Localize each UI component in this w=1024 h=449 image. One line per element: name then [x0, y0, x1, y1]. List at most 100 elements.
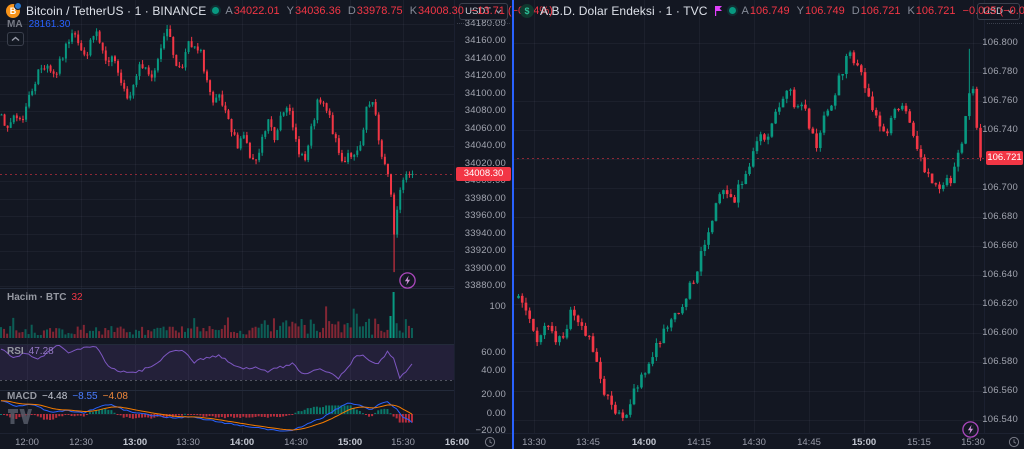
indicator-tick: 60.00 [481, 347, 506, 358]
price-tick: 106.780 [982, 66, 1018, 77]
chart-panel-dxy: $ A.B.D. Dolar Endeksi · 1 · TVC A106.74… [512, 0, 1024, 449]
price-tick: 34080.00 [465, 105, 506, 116]
btc-chart-canvas[interactable] [0, 0, 455, 433]
volume-label: Hacim · BTC [7, 292, 66, 303]
price-tick: 106.620 [982, 298, 1018, 309]
macd-label: MACD [7, 391, 37, 402]
axis-divider-dots [457, 23, 510, 24]
ma-indicator-row[interactable]: MA 28161.30 [7, 19, 70, 30]
low-label: D [348, 5, 356, 17]
time-tick: 15:15 [907, 437, 931, 448]
time-tick: 15:00 [338, 437, 362, 448]
close-label: K [907, 5, 914, 17]
time-tick: 13:30 [176, 437, 200, 448]
time-tick: 13:00 [123, 437, 147, 448]
price-tick: 33880.00 [465, 280, 506, 291]
price-tick: 33900.00 [465, 263, 506, 274]
price-tick: 33980.00 [465, 193, 506, 204]
active-chart-border[interactable] [512, 0, 514, 449]
dollar-index-icon: $ [520, 4, 534, 18]
macd-line-value: −8.55 [72, 391, 97, 402]
time-tick: 14:45 [797, 437, 821, 448]
price-tick: 106.680 [982, 211, 1018, 222]
last-price-badge: 106.721 [986, 151, 1023, 165]
chart-panel-btc: B Bitcoin / TetherUS · 1 · BINANCE A3402… [0, 0, 512, 449]
symbol-title[interactable]: Bitcoin / TetherUS · 1 · BINANCE [26, 4, 206, 18]
high-value: 34036.36 [295, 5, 341, 17]
time-tick: 12:30 [69, 437, 93, 448]
btc-price-axis[interactable]: USDT 34008.30 34180.0034160.0034140.0034… [454, 0, 512, 433]
bitcoin-icon: B [6, 4, 20, 18]
time-tick: 16:00 [445, 437, 469, 448]
price-tick: 34040.00 [465, 140, 506, 151]
price-tick: 106.600 [982, 327, 1018, 338]
dxy-chart-canvas[interactable] [512, 0, 985, 433]
open-label: A [742, 5, 749, 17]
macd-hist-value: −4.48 [42, 391, 67, 402]
indicator-tick: 100 [490, 301, 506, 312]
close-value: 34008.30 [418, 5, 464, 17]
time-tick: 12:00 [15, 437, 39, 448]
dxy-symbol-header[interactable]: $ A.B.D. Dolar Endeksi · 1 · TVC A106.74… [520, 3, 1024, 18]
high-value: 106.749 [805, 5, 845, 17]
time-tick: 14:30 [284, 437, 308, 448]
chevron-up-icon [11, 36, 20, 42]
btc-symbol-header[interactable]: B Bitcoin / TetherUS · 1 · BINANCE A3402… [6, 3, 553, 18]
market-open-dot[interactable] [212, 7, 219, 14]
market-open-dot[interactable] [729, 7, 736, 14]
volume-indicator-row[interactable]: Hacim · BTC 32 [7, 292, 83, 303]
clock-icon[interactable] [1008, 436, 1020, 448]
collapse-indicators-button[interactable] [7, 32, 24, 46]
dxy-time-axis[interactable]: 13:30 13:45 14:00 14:15 14:30 14:45 15:00 15:15… [512, 433, 1024, 449]
symbol-title[interactable]: A.B.D. Dolar Endeksi · 1 · TVC [540, 4, 708, 18]
dxy-price-axis[interactable]: USD 106.721 106.800106.780106.760106.740… [984, 0, 1024, 433]
time-tick: 14:00 [632, 437, 656, 448]
time-tick: 13:45 [576, 437, 600, 448]
price-tick: 106.760 [982, 95, 1018, 106]
open-value: 106.749 [750, 5, 790, 17]
open-value: 34022.01 [234, 5, 280, 17]
rsi-value: 47.28 [29, 346, 54, 357]
price-tick: 34160.00 [465, 35, 506, 46]
price-tick: 106.640 [982, 269, 1018, 280]
axis-divider-dots [987, 23, 1022, 24]
time-tick: 14:15 [687, 437, 711, 448]
lightning-icon[interactable] [399, 272, 416, 289]
time-tick: 15:30 [961, 437, 985, 448]
indicator-tick: 20.00 [481, 389, 506, 400]
clock-icon[interactable] [484, 436, 496, 448]
price-tick: 33960.00 [465, 210, 506, 221]
ma-label: MA [7, 19, 23, 30]
low-label: D [852, 5, 860, 17]
price-tick: 34140.00 [465, 53, 506, 64]
price-tick: 106.740 [982, 124, 1018, 135]
close-value: 106.721 [916, 5, 956, 17]
rsi-indicator-row[interactable]: RSI 47.28 [7, 346, 54, 357]
close-label: K [410, 5, 417, 17]
price-tick: 33920.00 [465, 245, 506, 256]
time-tick: 15:00 [852, 437, 876, 448]
indicator-tick: 0.00 [487, 408, 506, 419]
time-tick: 13:30 [522, 437, 546, 448]
open-label: A [225, 5, 232, 17]
price-tick: 34060.00 [465, 123, 506, 134]
price-tick: 106.560 [982, 385, 1018, 396]
flag-icon[interactable] [714, 6, 723, 16]
price-tick: 106.540 [982, 414, 1018, 425]
time-tick: 14:00 [230, 437, 254, 448]
btc-time-axis[interactable]: 12:0012:3013:0013:3014:0014:3015:0015:30… [0, 433, 512, 449]
low-value: 33978.75 [357, 5, 403, 17]
price-tick: 106.660 [982, 240, 1018, 251]
macd-signal-value: −4.08 [103, 391, 128, 402]
ma-value: 28161.30 [29, 19, 71, 30]
time-tick: 14:30 [742, 437, 766, 448]
indicator-tick: 40.00 [481, 365, 506, 376]
tradingview-multichart: B Bitcoin / TetherUS · 1 · BINANCE A3402… [0, 0, 1024, 449]
price-tick: 106.700 [982, 182, 1018, 193]
high-label: Y [797, 5, 804, 17]
rsi-label: RSI [7, 346, 24, 357]
macd-indicator-row[interactable]: MACD −4.48 −8.55 −4.08 [7, 391, 128, 402]
tradingview-logo[interactable] [8, 409, 32, 424]
lightning-icon[interactable] [962, 421, 979, 438]
volume-value: 32 [71, 292, 82, 303]
